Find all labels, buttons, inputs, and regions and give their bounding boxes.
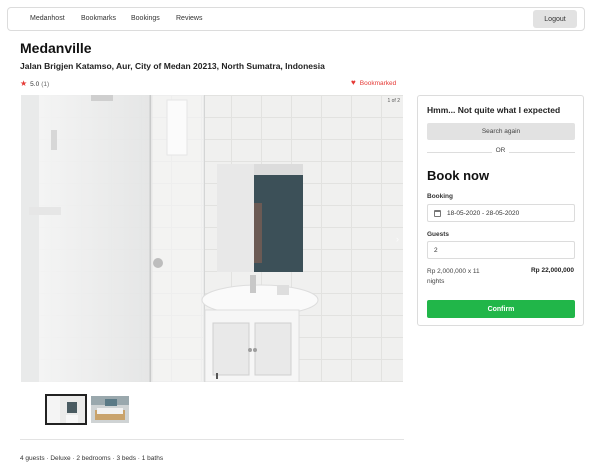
heart-icon: ♥ [351, 78, 356, 87]
nav-link-medanhost[interactable]: Medanhost [30, 15, 65, 22]
date-range-value: 18-05-2020 - 28-05-2020 [447, 209, 520, 217]
guests-input[interactable]: 2 [427, 241, 575, 259]
listing-features: 4 guests · Deluxe · 2 bedrooms · 3 beds … [20, 455, 164, 462]
nav-link-bookmarks[interactable]: Bookmarks [81, 15, 116, 22]
date-range-field[interactable]: 18-05-2020 - 28-05-2020 [427, 204, 575, 222]
photo-counter: 1 of 2 [387, 98, 400, 104]
star-icon: ★ [20, 79, 28, 88]
price-calculation: Rp 2,000,000 x 11 nights [427, 268, 480, 285]
bookmark-label: Bookmarked [359, 79, 397, 87]
or-label: OR [491, 147, 510, 154]
listing-address: Jalan Brigjen Katamso, Aur, City of Meda… [20, 61, 325, 71]
search-again-button[interactable]: Search again [427, 123, 575, 140]
confirm-button[interactable]: Confirm [427, 300, 575, 318]
bathroom-photo [21, 95, 403, 382]
thumbnail-2[interactable] [91, 396, 129, 423]
book-now-heading: Book now [427, 168, 490, 183]
photo-gallery[interactable]: 1 of 2 › [21, 95, 403, 382]
rating-value: 5.0 [30, 80, 40, 88]
listing-title: Medanville [20, 40, 92, 56]
guests-value: 2 [434, 246, 438, 254]
calendar-icon [434, 209, 441, 217]
chevron-right-icon[interactable]: › [396, 234, 399, 244]
nav-link-reviews[interactable]: Reviews [176, 15, 202, 22]
guests-label: Guests [427, 231, 450, 238]
bookmark-toggle[interactable]: ♥ Bookmarked [351, 79, 396, 87]
logout-button[interactable]: Logout [533, 10, 577, 28]
divider [20, 439, 404, 440]
review-count: (1) [41, 80, 50, 88]
unexpected-heading: Hmm... Not quite what I expected [427, 105, 561, 115]
booking-label: Booking [427, 193, 453, 200]
nav-link-bookings[interactable]: Bookings [131, 15, 160, 22]
navbar: Medanhost Bookmarks Bookings Reviews Log… [7, 7, 585, 31]
rating: ★ 5.0 (1) [20, 80, 49, 88]
booking-panel: Hmm... Not quite what I expected Search … [417, 95, 584, 326]
or-separator: OR [418, 147, 583, 154]
thumbnail-1[interactable] [45, 394, 87, 425]
price-total: Rp 22,000,000 [530, 267, 574, 274]
